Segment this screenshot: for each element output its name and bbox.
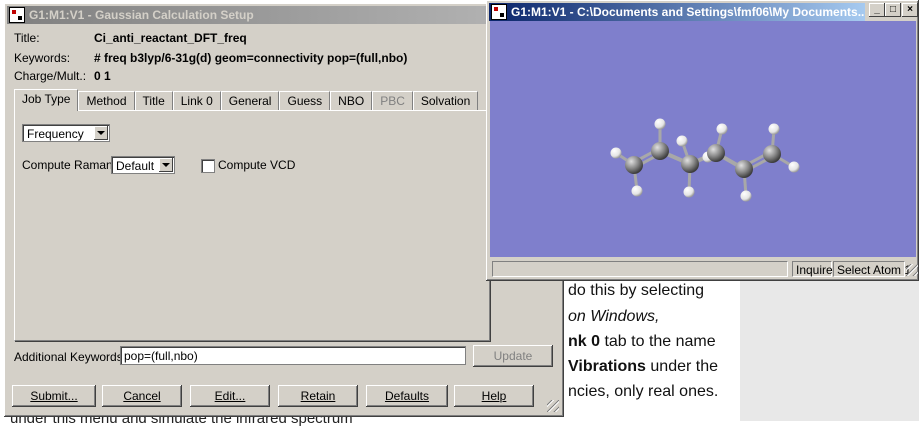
edit-button[interactable]: Edit...: [190, 385, 270, 407]
document-line: ncies, only real ones.: [568, 383, 718, 401]
carbon-atom[interactable]: [763, 145, 781, 163]
document-text-run: do this by selecting: [568, 282, 705, 299]
charge-mult-value: 0 1: [94, 69, 111, 83]
tab-job-type[interactable]: Job Type: [14, 89, 79, 111]
molecule-render[interactable]: [490, 21, 916, 257]
resize-grip-icon[interactable]: [547, 400, 559, 412]
carbon-atom[interactable]: [707, 144, 725, 162]
setup-window-title: G1:M1:V1 - Gaussian Calculation Setup: [29, 8, 254, 22]
viewer-titlebar[interactable]: G1:M1:V1 - C:\Documents and Settings\fmf…: [489, 3, 865, 21]
keywords-value: # freq b3lyp/6-31g(d) geom=connectivity …: [94, 51, 408, 65]
cancel-button[interactable]: Cancel: [102, 385, 182, 407]
keywords-label: Keywords:: [14, 51, 71, 65]
tab-link-0[interactable]: Link 0: [172, 91, 221, 110]
tab-title[interactable]: Title: [134, 91, 173, 110]
additional-keywords-value: pop=(full,nbo): [124, 349, 198, 363]
document-text-run: Vibrations: [568, 358, 646, 375]
additional-keywords-label: Additional Keywords:: [14, 350, 127, 364]
help-button[interactable]: Help: [454, 385, 534, 407]
hydrogen-atom[interactable]: [654, 118, 666, 130]
hydrogen-atom[interactable]: [676, 135, 688, 147]
molecule-viewer-window[interactable]: G1:M1:V1 - C:\Documents and Settings\fmf…: [486, 0, 919, 281]
document-text-run: on Windows,: [568, 308, 660, 325]
document-text-run: under the: [645, 358, 719, 375]
job-type-panel: Frequency Compute Raman Default Compute …: [14, 110, 490, 341]
calculation-setup-window[interactable]: G1:M1:V1 - Gaussian Calculation Setup Ti…: [4, 3, 564, 417]
job-type-select[interactable]: Frequency: [22, 124, 110, 142]
carbon-atom[interactable]: [735, 160, 753, 178]
tab-pbc[interactable]: PBC: [372, 91, 413, 110]
charge-mult-label: Charge/Mult.:: [14, 69, 87, 83]
document-line: do this by selecting: [568, 282, 704, 300]
tab-solvation[interactable]: Solvation: [412, 91, 479, 110]
hydrogen-atom[interactable]: [610, 147, 622, 159]
status-select-atom[interactable]: Select Atom 1: [833, 261, 911, 277]
compute-raman-select[interactable]: Default: [111, 156, 175, 174]
setup-tabs: Job Type Method Title Link 0 General Guess NBO…: [14, 89, 479, 111]
title-label: Title:: [14, 31, 40, 45]
hydrogen-atom[interactable]: [683, 186, 695, 198]
compute-raman-label: Compute Raman: [22, 158, 113, 172]
submit-button[interactable]: Submit...: [12, 385, 96, 407]
document-side-panel: [740, 270, 919, 421]
gaussview-app-icon: [491, 4, 507, 20]
defaults-button[interactable]: Defaults: [366, 385, 448, 407]
hydrogen-atom[interactable]: [768, 123, 780, 135]
document-text-run: nk 0: [568, 333, 601, 350]
compute-vcd-label: Compute VCD: [218, 158, 296, 172]
hydrogen-atom[interactable]: [716, 123, 728, 135]
tab-nbo[interactable]: NBO: [330, 91, 373, 110]
document-line: Vibrations under the: [568, 358, 718, 376]
document-text-run: tab to the name: [600, 333, 716, 350]
viewer-window-title: G1:M1:V1 - C:\Documents and Settings\fmf…: [511, 5, 865, 19]
carbon-atom[interactable]: [651, 142, 669, 160]
minimize-button[interactable]: _: [869, 3, 885, 17]
title-value: Ci_anti_reactant_DFT_freq: [94, 31, 247, 45]
chevron-down-icon[interactable]: [159, 158, 173, 172]
compute-vcd-checkbox[interactable]: [201, 159, 215, 173]
additional-keywords-input[interactable]: pop=(full,nbo): [120, 346, 466, 365]
setup-titlebar[interactable]: G1:M1:V1 - Gaussian Calculation Setup: [7, 6, 561, 24]
gaussview-app-icon: [9, 7, 25, 23]
hydrogen-atom[interactable]: [788, 161, 800, 173]
molecule-atoms[interactable]: [610, 118, 800, 202]
hydrogen-atom[interactable]: [631, 185, 643, 197]
status-inquire[interactable]: Inquire: [792, 261, 833, 277]
update-button[interactable]: Update: [473, 345, 553, 367]
hydrogen-atom[interactable]: [740, 190, 752, 202]
document-text-run: ncies, only real ones.: [568, 383, 719, 400]
resize-grip-icon[interactable]: [906, 264, 918, 276]
chevron-down-icon[interactable]: [94, 126, 108, 140]
tab-guess[interactable]: Guess: [279, 91, 331, 110]
document-line: on Windows,: [568, 308, 659, 326]
retain-button[interactable]: Retain: [278, 385, 358, 407]
carbon-atom[interactable]: [681, 155, 699, 173]
carbon-atom[interactable]: [625, 156, 643, 174]
tab-method[interactable]: Method: [78, 91, 135, 110]
close-button[interactable]: ×: [902, 3, 918, 17]
document-line: nk 0 tab to the name: [568, 333, 716, 351]
tab-general[interactable]: General: [220, 91, 280, 110]
job-type-value: Frequency: [27, 127, 84, 141]
compute-raman-value: Default: [116, 159, 155, 173]
status-message-area: [492, 261, 788, 277]
maximize-button[interactable]: □: [885, 3, 901, 17]
molecule-viewport[interactable]: [490, 21, 916, 257]
